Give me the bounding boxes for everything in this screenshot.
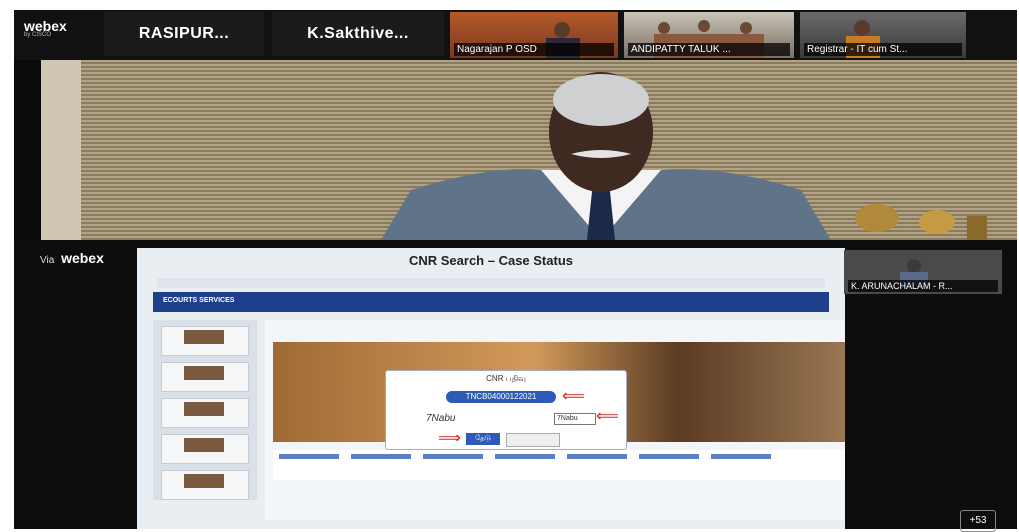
red-arrow-icon: ⟸ — [562, 388, 585, 405]
trophies — [855, 204, 987, 240]
sidebar-item[interactable] — [161, 362, 249, 392]
ecourts-sidebar — [153, 320, 257, 500]
cnr-dialog: CNR பதிவு TNCB04000122021 ⟸ 7Nabu 7Nabu … — [385, 370, 627, 450]
participant-name: K. ARUNACHALAM - R... — [848, 280, 998, 292]
cnr-number-field[interactable]: TNCB04000122021 — [446, 391, 556, 403]
shared-browser-window: CNR Search – Case Status ECOURTS SERVICE… — [137, 248, 845, 529]
sidebar-item[interactable] — [161, 434, 249, 464]
participant-tile-arunachalam[interactable]: K. ARUNACHALAM - R... — [844, 250, 1002, 294]
captcha-input[interactable]: 7Nabu — [554, 413, 596, 425]
via-brand: webex — [61, 250, 104, 266]
sidebar-item[interactable] — [161, 398, 249, 428]
participant-tile-rasipur[interactable]: RASIPUR... — [104, 12, 264, 56]
wall — [41, 60, 81, 240]
participant-tile-andipatty[interactable]: ANDIPATTY TALUK ... — [624, 12, 794, 58]
participant-strip: webex by CISCO RASIPUR... K.Sakthive... … — [14, 10, 1017, 60]
dialog-title: CNR பதிவு — [486, 374, 526, 383]
sidebar-item[interactable] — [161, 470, 249, 500]
active-speaker-video — [41, 60, 1017, 240]
meeting-window: webex by CISCO RASIPUR... K.Sakthive... … — [14, 10, 1017, 532]
search-button[interactable]: தேடு — [466, 433, 500, 445]
window-title: CNR Search – Case Status — [408, 253, 573, 268]
reset-button[interactable] — [506, 433, 560, 447]
address-bar[interactable] — [157, 278, 825, 288]
sidebar-item[interactable] — [161, 326, 249, 356]
site-brand: ECOURTS SERVICES — [163, 297, 235, 304]
ecourts-nav: ECOURTS SERVICES — [153, 292, 829, 312]
participant-tile-nagarajan[interactable]: Nagarajan P OSD — [450, 12, 618, 58]
ecourts-main: CNR பதிவு TNCB04000122021 ⟸ 7Nabu 7Nabu … — [265, 320, 845, 520]
participant-name: Nagarajan P OSD — [454, 43, 614, 56]
via-webex: Via webex — [40, 250, 104, 266]
participant-name: Registrar - IT cum St... — [804, 43, 962, 56]
hero-banner: CNR பதிவு TNCB04000122021 ⟸ 7Nabu 7Nabu … — [273, 342, 845, 450]
captcha-image: 7Nabu — [426, 413, 456, 424]
red-arrow-icon: ⟹ — [438, 430, 461, 447]
red-arrow-icon: ⟸ — [596, 408, 619, 425]
webex-logo: webex by CISCO — [24, 18, 67, 38]
via-label: Via — [40, 255, 55, 266]
participant-tile-registrar[interactable]: Registrar - IT cum St... — [800, 12, 966, 58]
speaker-figure — [381, 72, 831, 240]
screen-share: Via webex CNR Search – Case Status ECOUR… — [14, 242, 1017, 532]
participant-name: RASIPUR... — [138, 25, 230, 42]
quick-links — [273, 450, 845, 480]
participant-name: ANDIPATTY TALUK ... — [628, 43, 790, 56]
participant-name: K.Sakthive... — [307, 25, 409, 42]
participant-tile-sakthivel[interactable]: K.Sakthive... — [272, 12, 444, 56]
